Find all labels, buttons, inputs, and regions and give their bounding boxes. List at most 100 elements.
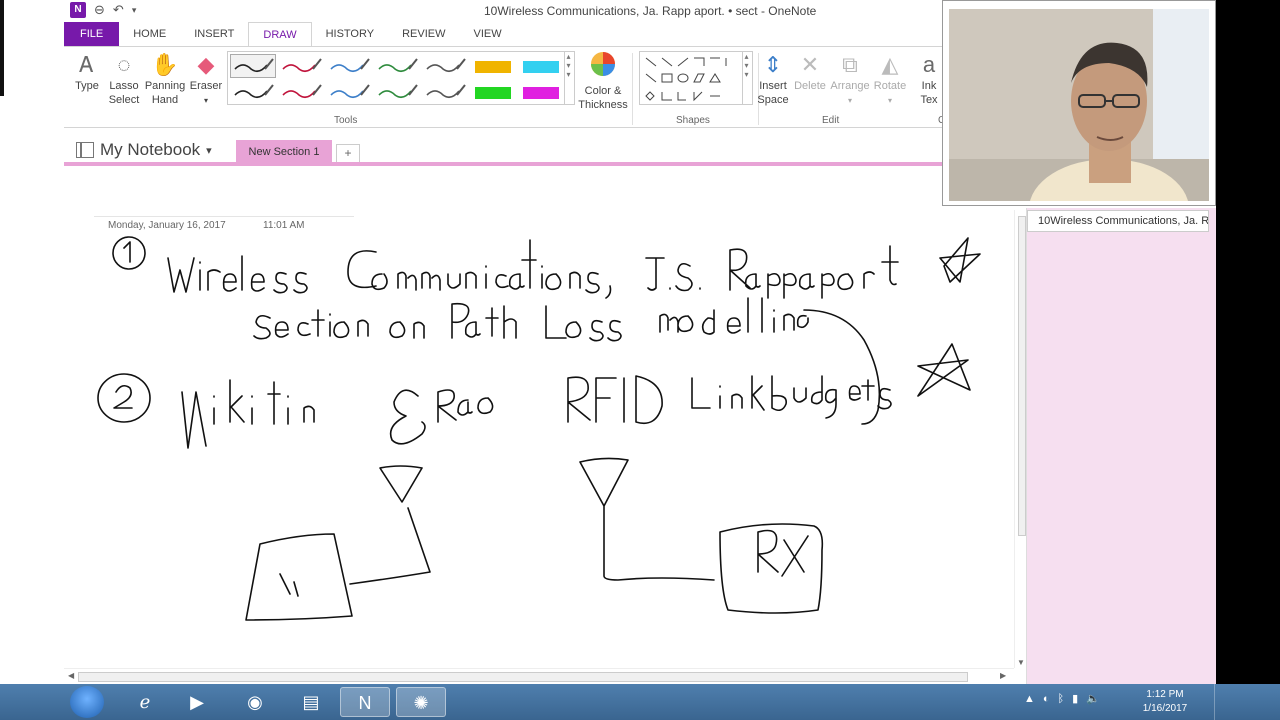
chevron-down-icon: ▾ (887, 96, 892, 105)
pen-gallery (227, 51, 565, 105)
tab-review[interactable]: REVIEW (388, 22, 459, 46)
ink-line-4 (567, 375, 892, 425)
pen-swatch[interactable] (422, 54, 468, 78)
pen-swatch[interactable] (470, 54, 516, 78)
add-section-button[interactable]: + (336, 144, 360, 162)
type-button[interactable]: Ꭺ Type (72, 51, 102, 93)
highlighter-swatch (523, 87, 559, 99)
page-canvas[interactable]: Monday, January 16, 2017 11:01 AM (64, 170, 1024, 670)
pen-swatch[interactable] (422, 80, 468, 104)
pen-swatch[interactable] (518, 54, 564, 78)
ink-connector (803, 309, 881, 425)
tray-expand-icon[interactable]: ▲ (1024, 693, 1035, 705)
volume-icon[interactable]: 🔈 (1086, 692, 1100, 705)
insert-space-icon: ⇕ (763, 52, 783, 77)
chevron-down-icon: ▾ (206, 144, 212, 157)
pen-swatch[interactable] (278, 54, 324, 78)
file-explorer-icon[interactable]: ▤ (286, 687, 336, 717)
tab-file[interactable]: FILE (64, 22, 120, 46)
webcam-feed-image (949, 9, 1209, 201)
color-thickness-button[interactable]: Color & Thickness (578, 51, 628, 112)
taskbar-clock[interactable]: 1:12 PM 1/16/2017 (1130, 688, 1200, 716)
horizontal-scroll-thumb[interactable] (78, 672, 968, 682)
pen-swatch[interactable] (374, 54, 420, 78)
bluetooth-icon[interactable]: ᛒ (1058, 693, 1065, 705)
pen-stroke-icon (378, 58, 418, 73)
scroll-left-arrow-icon[interactable]: ◀ (68, 671, 74, 680)
page-list-pane: 10Wireless Communications, Ja. R (1026, 208, 1216, 684)
horizontal-scrollbar[interactable]: ◀ ▶ (64, 668, 1014, 684)
eraser-icon: ◆ (197, 52, 215, 77)
highlighter-swatch (523, 61, 559, 73)
presenter-image (949, 9, 1209, 201)
undo-icon[interactable]: ↶ (113, 2, 124, 18)
tab-view[interactable]: VIEW (459, 22, 515, 46)
section-tab-new-section-1[interactable]: New Section 1 (236, 140, 332, 164)
start-orb-icon[interactable] (70, 686, 104, 718)
ink-line-3 (181, 379, 494, 449)
network-icon[interactable]: ◐ (1043, 693, 1050, 705)
ink-line-2 (253, 297, 809, 342)
pen-stroke-icon (330, 58, 370, 73)
pen-swatch[interactable] (326, 54, 372, 78)
scroll-down-arrow-icon[interactable]: ▼ (1017, 658, 1025, 667)
right-screen-edge (1216, 0, 1280, 684)
arrange-button[interactable]: ⧉ Arrange ▾ (830, 51, 870, 108)
shapes-gallery[interactable] (639, 51, 743, 105)
pen-swatch[interactable] (230, 80, 276, 104)
onenote-window: N ⊖ ↶ ▾ 10Wireless Communications, Ja. R… (64, 0, 1216, 684)
tab-home[interactable]: HOME (119, 22, 180, 46)
ink-antenna-left (349, 465, 431, 585)
ink-to-text-button[interactable]: a Ink Tex (916, 51, 942, 107)
tab-insert[interactable]: INSERT (180, 22, 248, 46)
ink-circle-2 (97, 373, 151, 423)
eraser-button[interactable]: ◆ Eraser ▾ (188, 51, 224, 108)
paint-icon[interactable]: ✺ (396, 687, 446, 717)
system-tray: ▲ ◐ ᛒ ▮ 🔈 (1024, 692, 1100, 706)
firefox-icon[interactable]: ◉ (230, 687, 280, 717)
onenote-logo-icon: N (70, 2, 86, 18)
panning-hand-button[interactable]: ✋ Panning Hand (144, 51, 186, 107)
customize-icon[interactable]: ▾ (132, 5, 137, 16)
ink-to-text-icon: a (922, 52, 936, 77)
page-list-item[interactable]: 10Wireless Communications, Ja. R (1027, 210, 1209, 232)
shapes-gallery-scroll[interactable]: ▴ ▾ ▾ (741, 51, 753, 105)
ink-rx-text (757, 529, 809, 577)
windows-taskbar: ℯ ▶ ◉ ▤ N ✺ ▲ ◐ ᛒ ▮ 🔈 1:12 PM 1/16/2017 (0, 684, 1280, 720)
ink-line-1 (167, 239, 899, 299)
highlighter-swatch (475, 61, 511, 73)
handwritten-ink (97, 236, 981, 621)
insert-space-button[interactable]: ⇕ Insert Space (756, 51, 790, 107)
scroll-right-arrow-icon[interactable]: ▶ (1000, 671, 1006, 680)
show-desktop-button[interactable] (1214, 684, 1228, 720)
internet-explorer-icon[interactable]: ℯ (120, 687, 170, 717)
rotate-button[interactable]: ◭ Rotate ▾ (872, 51, 908, 108)
delete-button[interactable]: ✕ Delete (792, 51, 828, 93)
pen-gallery-scroll[interactable]: ▴ ▾ ▾ (563, 51, 575, 105)
ink-antenna-right (579, 457, 715, 581)
pen-stroke-icon (282, 84, 322, 99)
pen-swatch[interactable] (230, 54, 276, 78)
tab-draw[interactable]: DRAW (248, 22, 312, 46)
pen-stroke-icon (234, 58, 274, 73)
back-icon[interactable]: ⊖ (94, 2, 105, 18)
pen-swatch[interactable] (326, 80, 372, 104)
shapes-icons (645, 57, 727, 102)
onenote-taskbar-icon[interactable]: N (340, 687, 390, 717)
quick-access-toolbar: N ⊖ ↶ ▾ (70, 2, 136, 18)
chevron-down-icon: ▾ (203, 96, 208, 105)
pen-swatch[interactable] (374, 80, 420, 104)
signal-icon[interactable]: ▮ (1072, 692, 1078, 705)
pen-swatch[interactable] (278, 80, 324, 104)
pen-stroke-icon (234, 84, 274, 99)
lasso-icon: ◌ (117, 52, 131, 77)
window-title: 10Wireless Communications, Ja. Rapp apor… (484, 4, 817, 18)
media-player-icon[interactable]: ▶ (172, 687, 222, 717)
notebook-selector[interactable]: My Notebook ▾ (76, 140, 212, 160)
vertical-scroll-thumb[interactable] (1018, 216, 1026, 536)
pen-swatch[interactable] (518, 80, 564, 104)
pen-swatch[interactable] (470, 80, 516, 104)
webcam-overlay (942, 0, 1216, 206)
lasso-select-button[interactable]: ◌ Lasso Select (104, 51, 144, 107)
tab-history[interactable]: HISTORY (312, 22, 389, 46)
